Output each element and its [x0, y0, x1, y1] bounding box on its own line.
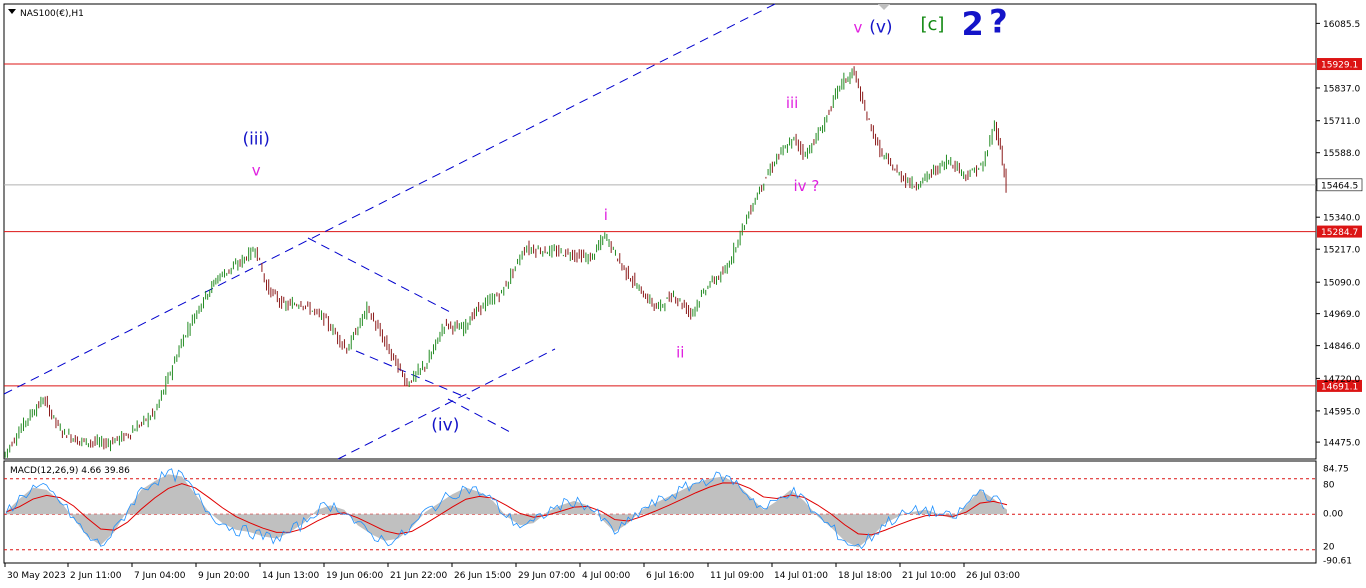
level-price-label: 15284.7 — [1321, 228, 1358, 238]
wave-label: ii — [676, 344, 684, 362]
price-tick-label: 14969.0 — [1323, 310, 1360, 320]
price-tick-label: 14475.0 — [1323, 439, 1360, 449]
time-tick-label: 11 Jul 09:00 — [710, 571, 764, 581]
wave-label: v — [252, 162, 261, 180]
time-tick-label: 14 Jul 01:00 — [774, 571, 828, 581]
level-price-label: 15929.1 — [1321, 61, 1358, 71]
wave-label: iv ? — [794, 177, 820, 195]
wave-label: (iii) — [242, 129, 269, 149]
macd-indicator-label: MACD(12,26,9) 4.66 39.86 — [10, 466, 130, 476]
wave-label: (iv) — [431, 415, 459, 435]
wave-label: [c] — [921, 14, 945, 35]
chart-title: NAS100(€),H1 — [20, 9, 84, 19]
time-tick-label: 4 Jul 00:00 — [582, 571, 631, 581]
macd-tick-label: 84.75 — [1323, 465, 1349, 475]
wave-label: i — [604, 206, 608, 224]
macd-tick-label: 20 — [1323, 543, 1335, 553]
price-tick-label: 15837.0 — [1323, 84, 1360, 94]
price-tick-label: 15588.0 — [1323, 149, 1360, 159]
price-tick-label: 14720.0 — [1323, 375, 1360, 385]
price-tick-label: 14846.0 — [1323, 342, 1360, 352]
time-tick-label: 29 Jun 07:00 — [518, 571, 575, 581]
chart-canvas[interactable]: NAS100(€),H1 MACD(12,26,9) 4.66 39.86 15… — [0, 0, 1366, 588]
time-tick-label: 21 Jul 10:00 — [902, 571, 956, 581]
macd-axis: 84.75 80 0.00 -90.61 20 — [1323, 465, 1352, 567]
price-tick-label: 15217.0 — [1323, 246, 1360, 256]
macd-tick-label: 80 — [1323, 481, 1335, 491]
wave-label: iii — [786, 94, 799, 112]
time-tick-label: 18 Jul 18:00 — [838, 571, 892, 581]
time-tick-label: 2 Jun 11:00 — [70, 571, 122, 581]
time-tick-label: 14 Jun 13:00 — [262, 571, 319, 581]
wave-label: 2 — [961, 5, 983, 43]
time-tick-label: 21 Jun 22:00 — [390, 571, 447, 581]
macd-tick-label: 0.00 — [1323, 510, 1343, 520]
time-tick-label: 19 Jun 06:00 — [326, 571, 383, 581]
time-tick-label: 9 Jun 20:00 — [198, 571, 250, 581]
wave-label: ? — [989, 3, 1008, 41]
time-tick-label: 26 Jun 15:00 — [454, 571, 511, 581]
time-tick-label: 26 Jul 03:00 — [966, 571, 1020, 581]
price-tick-label: 16085.5 — [1323, 20, 1360, 30]
price-tick-label: 15711.0 — [1323, 117, 1360, 127]
level-price-label: 15464.5 — [1321, 181, 1358, 191]
price-tick-label: 15340.0 — [1323, 214, 1360, 224]
time-tick-label: 30 May 2023 — [7, 571, 66, 581]
time-tick-label: 6 Jul 16:00 — [646, 571, 695, 581]
wave-label: (v) — [869, 18, 892, 38]
wave-label: v — [854, 19, 863, 37]
time-tick-label: 7 Jun 04:00 — [134, 571, 186, 581]
price-tick-label: 14595.0 — [1323, 407, 1360, 417]
price-tick-label: 15090.0 — [1323, 279, 1360, 289]
time-axis: 30 May 2023 2 Jun 11:00 7 Jun 04:00 9 Jun 2… — [4, 563, 1020, 581]
macd-tick-label: -90.61 — [1323, 557, 1352, 567]
